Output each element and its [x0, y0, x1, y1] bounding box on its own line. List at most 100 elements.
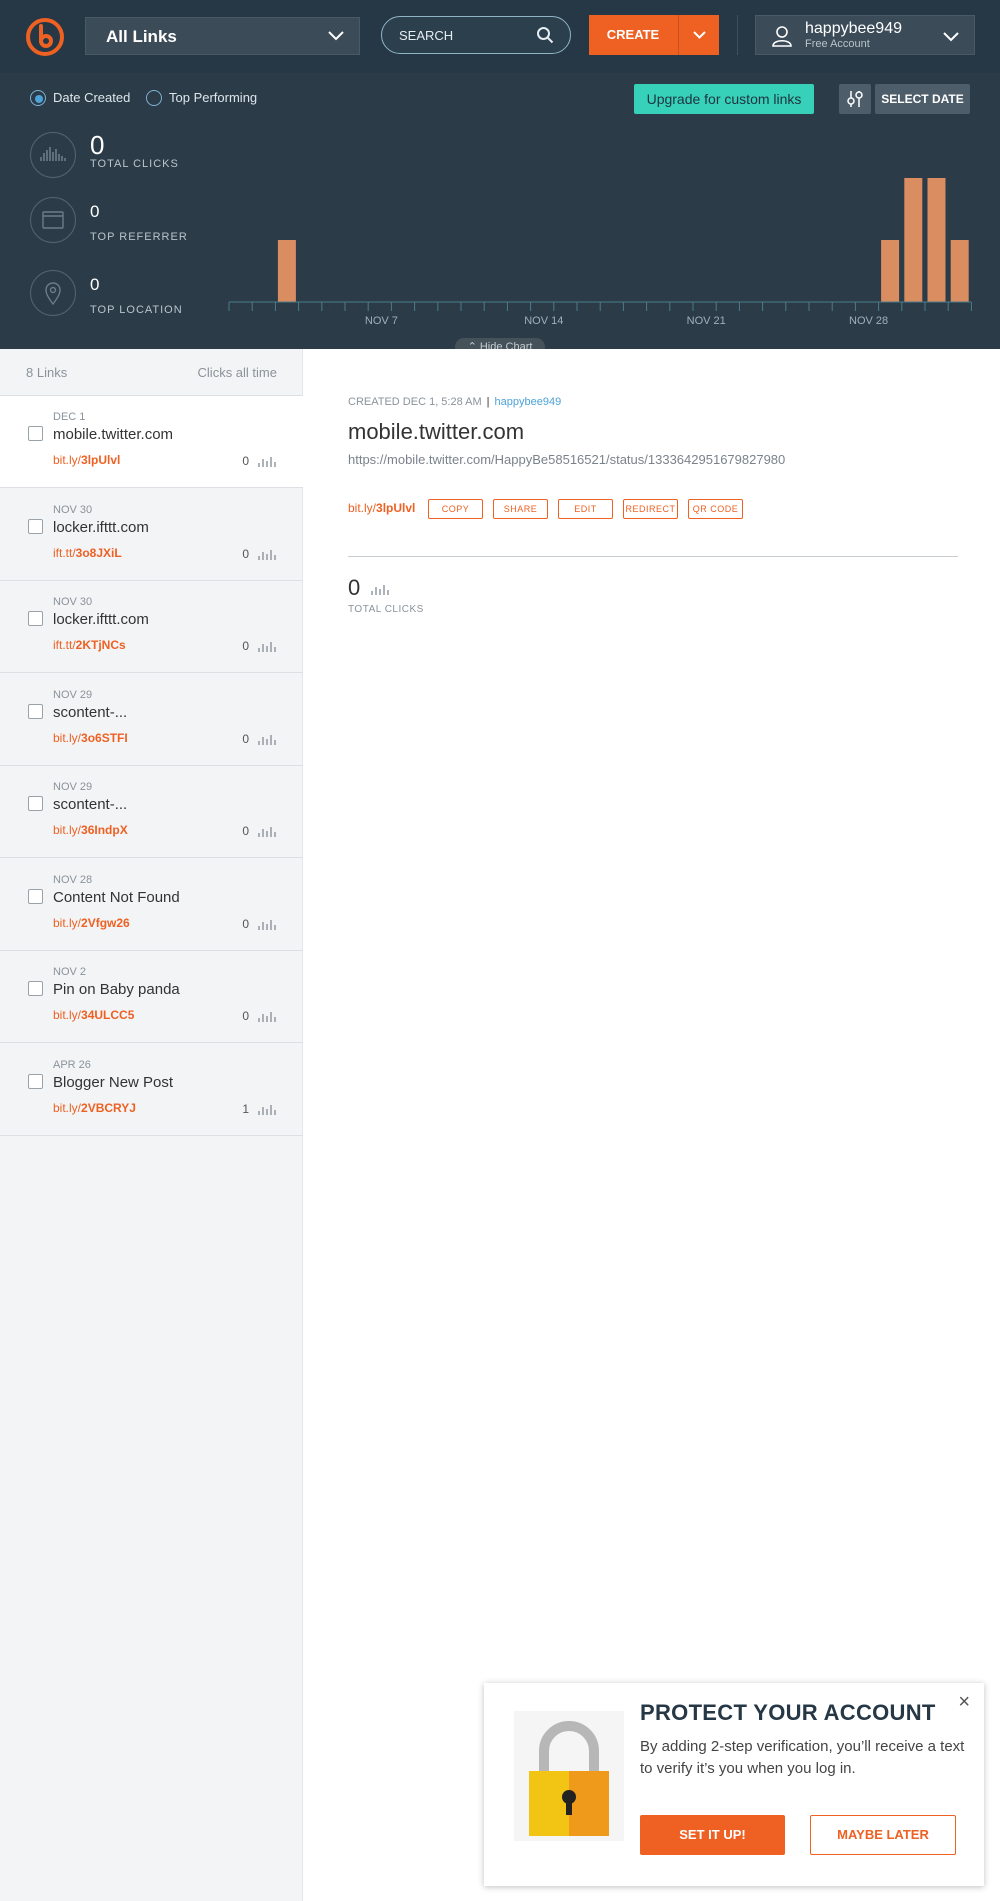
link-date: NOV 30	[53, 596, 93, 608]
link-list-item[interactable]: NOV 28 Content Not Found bit.ly/2Vfgw26 0	[0, 859, 303, 951]
clicks-chart: NOV 7 NOV 14 NOV 21 NOV 28	[228, 178, 972, 327]
modal-title: PROTECT YOUR ACCOUNT	[640, 1700, 936, 1725]
chart-bar	[950, 240, 969, 302]
created-by-user[interactable]: happybee949	[495, 396, 562, 408]
short-link[interactable]: ift.tt/3o8JXiL	[53, 546, 122, 560]
create-button[interactable]: CREATE	[589, 15, 719, 55]
link-list-item[interactable]: NOV 30 locker.ifttt.com ift.tt/2KTjNCs 0	[0, 581, 303, 673]
short-link[interactable]: bit.ly/34ULCC5	[53, 1008, 134, 1022]
clicks-stat-icon	[30, 132, 76, 178]
create-label: CREATE	[606, 27, 660, 42]
link-date: NOV 29	[53, 688, 93, 701]
link-checkbox[interactable]	[28, 703, 43, 719]
link-title: Blogger New Post	[53, 1073, 174, 1091]
link-checkbox[interactable]	[28, 981, 43, 996]
radio-dot	[35, 95, 43, 103]
select-date-button[interactable]: SELECT DATE	[875, 84, 970, 114]
short-link-domain: bit.ly/	[53, 730, 82, 745]
short-link[interactable]: bit.ly/3o6STFI	[53, 731, 128, 745]
top-location-label: TOP LOCATION	[90, 304, 183, 316]
search-icon[interactable]	[536, 26, 554, 44]
account-menu[interactable]: happybee949 Free Account	[755, 15, 975, 55]
short-link[interactable]: bit.ly/3lpUlvl	[348, 501, 415, 515]
qr-code-button[interactable]: QR CODE	[688, 499, 743, 519]
maybe-later-button[interactable]: MAYBE LATER	[810, 1815, 956, 1855]
copy-button[interactable]: COPY	[428, 499, 483, 519]
short-link-domain: bit.ly/	[53, 453, 82, 467]
chart-x-label: NOV 21	[687, 315, 726, 327]
referrer-stat-icon	[30, 197, 76, 243]
short-link[interactable]: bit.ly/36IndpX	[53, 823, 128, 837]
set-it-up-button[interactable]: SET IT UP!	[640, 1815, 785, 1855]
total-clicks-value: 0	[90, 130, 105, 160]
create-dropdown-toggle[interactable]	[678, 15, 719, 55]
mini-bar-chart-icon	[258, 919, 276, 930]
search-placeholder: SEARCH	[399, 28, 454, 43]
link-checkbox[interactable]	[28, 888, 43, 904]
link-checkbox[interactable]	[28, 611, 43, 626]
link-checkbox[interactable]	[28, 426, 43, 441]
chevron-down-icon	[943, 32, 959, 42]
location-pin-icon	[45, 282, 61, 306]
chart-bar	[881, 240, 900, 302]
link-click-count: 0	[242, 731, 249, 746]
link-list-item[interactable]: NOV 2 Pin on Baby panda bit.ly/34ULCC5 0	[0, 951, 303, 1043]
short-link-domain: bit.ly/	[53, 823, 82, 837]
redirect-button[interactable]: REDIRECT	[623, 499, 678, 519]
bitly-logo[interactable]	[25, 17, 65, 57]
link-list-item[interactable]: NOV 29 scontent-... bit.ly/3o6STFI 0	[0, 674, 303, 766]
short-link[interactable]: bit.ly/2Vfgw26	[53, 916, 130, 930]
link-date: NOV 29	[53, 781, 93, 793]
link-checkbox[interactable]	[28, 1073, 43, 1089]
total-clicks-label: TOTAL CLICKS	[90, 158, 179, 170]
link-list-item[interactable]: APR 26 Blogger New Post bit.ly/2VBCRYJ 1	[0, 1044, 303, 1136]
link-date: NOV 2	[53, 966, 87, 978]
link-click-count: 1	[242, 1101, 249, 1116]
link-checkbox[interactable]	[28, 796, 43, 811]
share-button[interactable]: SHARE	[493, 499, 548, 519]
all-links-dropdown[interactable]: All Links	[85, 17, 360, 55]
filter-button[interactable]	[839, 84, 871, 114]
mini-bar-chart-icon	[258, 457, 276, 467]
link-title[interactable]: mobile.twitter.com	[348, 419, 524, 445]
link-title: Pin on Baby panda	[53, 981, 180, 998]
link-list-item[interactable]: NOV 29 scontent-... bit.ly/36IndpX 0	[0, 766, 303, 858]
short-link-domain: bit.ly/	[348, 501, 377, 515]
chart-bar	[277, 240, 296, 302]
chart-bar	[927, 178, 946, 302]
location-stat-icon	[30, 270, 76, 316]
short-link[interactable]: ift.tt/2KTjNCs	[53, 638, 126, 652]
created-info: CREATED DEC 1, 5:28 AM | happybee949	[348, 396, 561, 408]
upgrade-custom-links-button[interactable]: Upgrade for custom links	[634, 84, 814, 114]
top-location-value: 0	[90, 275, 100, 294]
link-click-count: 0	[242, 639, 249, 653]
mini-bar-chart-icon	[371, 585, 390, 595]
sliders-icon	[847, 91, 863, 107]
short-link[interactable]: bit.ly/2VBCRYJ	[53, 1101, 136, 1115]
link-date: NOV 30	[53, 503, 93, 516]
user-icon	[772, 26, 792, 47]
link-checkbox[interactable]	[28, 518, 43, 534]
link-count: 8 Links	[26, 365, 68, 380]
detail-divider	[348, 556, 958, 557]
link-detail-panel: CREATED DEC 1, 5:28 AM | happybee949 mobil…	[303, 349, 1000, 1901]
link-title: scontent-...	[53, 796, 128, 813]
link-list-item[interactable]: NOV 30 locker.ifttt.com ift.tt/3o8JXiL 0	[0, 489, 303, 581]
bar-chart-icon	[40, 147, 66, 161]
mini-bar-chart-icon	[258, 549, 276, 560]
chart-ticks	[228, 302, 972, 311]
short-link-domain: bit.ly/	[53, 915, 82, 930]
search-input[interactable]: SEARCH	[381, 16, 571, 54]
short-link[interactable]: bit.ly/3lpUlvl	[53, 453, 120, 467]
top-navbar: All Links SEARCH CREATE happybee949 Free…	[0, 0, 1000, 73]
long-url[interactable]: https://mobile.twitter.com/HappyBe585165…	[348, 452, 785, 467]
edit-button[interactable]: EDIT	[558, 499, 613, 519]
link-click-count: 0	[242, 916, 249, 931]
link-list-item[interactable]: DEC 1 mobile.twitter.com bit.ly/3lpUlvl 0	[0, 396, 303, 488]
top-referrer-label: TOP REFERRER	[90, 231, 188, 243]
link-date: DEC 1	[53, 411, 86, 423]
close-icon[interactable]: ×	[958, 1691, 970, 1714]
all-links-label: All Links	[106, 27, 177, 46]
sort-top-performing-label: Top Performing	[169, 90, 258, 105]
created-date: CREATED DEC 1, 5:28 AM	[348, 396, 482, 408]
